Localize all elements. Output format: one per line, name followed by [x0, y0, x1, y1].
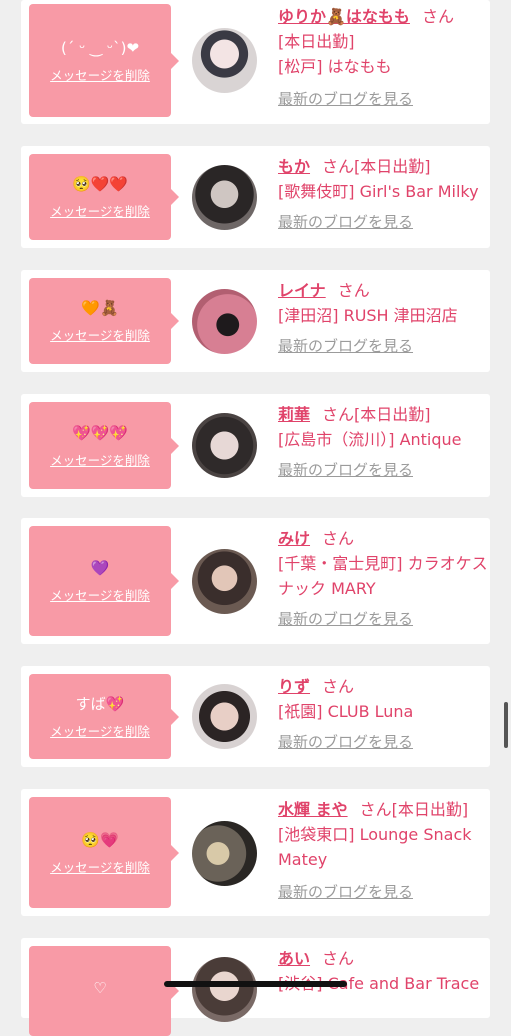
honorific: さん: [322, 677, 355, 696]
message-card: すば💖 メッセージを削除 りず さん [祇園] CLUB Luna 最新のブログを…: [21, 666, 490, 767]
message-card: ♡ あい さん [渋谷] Cafe and Bar Trace: [21, 938, 490, 1036]
message-text: 🧡🧸: [81, 299, 119, 317]
status-text: [本日出勤]: [278, 32, 355, 51]
profile-info: りず さん [祇園] CLUB Luna 最新のブログを見る: [278, 674, 488, 755]
message-text: 💜: [90, 559, 110, 577]
honorific: さん: [421, 7, 454, 26]
profile-info: レイナ さん [津田沼] RUSH 津田沼店 最新のブログを見る: [278, 278, 488, 359]
profile-info: あい さん [渋谷] Cafe and Bar Trace: [278, 946, 488, 996]
message-card: 🥺❤️❤️ メッセージを削除 もか さん[本日出勤] [歌舞伎町] Girl's …: [21, 146, 490, 248]
shop-text: [津田沼] RUSH 津田沼店: [278, 306, 458, 325]
honorific: さん: [337, 281, 370, 300]
profile-name-link[interactable]: りず: [278, 677, 310, 696]
message-bubble: 🥺💗 メッセージを削除: [29, 797, 179, 908]
delete-message-link[interactable]: メッセージを削除: [50, 65, 150, 84]
delete-message-link[interactable]: メッセージを削除: [50, 325, 150, 344]
profile-name-link[interactable]: もか: [278, 157, 310, 176]
message-card: 💖💖💖 メッセージを削除 莉華 さん[本日出勤] [広島市（流川）] Antiqu…: [21, 394, 490, 497]
profile-info: もか さん[本日出勤] [歌舞伎町] Girl's Bar Milky 最新のブロ…: [278, 154, 488, 235]
delete-message-link[interactable]: メッセージを削除: [50, 585, 150, 604]
delete-message-link[interactable]: メッセージを削除: [50, 721, 150, 740]
message-bubble: (´ ᵕ ‿ ᵕ`)❤ メッセージを削除: [29, 4, 179, 117]
profile-name-link[interactable]: 莉華: [278, 405, 310, 424]
honorific: さん: [322, 949, 355, 968]
message-bubble: ♡: [29, 946, 179, 1036]
avatar[interactable]: [192, 821, 257, 886]
shop-text: [祇園] CLUB Luna: [278, 702, 414, 721]
delete-message-link[interactable]: メッセージを削除: [50, 450, 150, 469]
message-text: (´ ᵕ ‿ ᵕ`)❤: [60, 38, 140, 57]
message-text: 💖💖💖: [71, 423, 129, 442]
latest-blog-link[interactable]: 最新のブログを見る: [278, 730, 488, 755]
latest-blog-link[interactable]: 最新のブログを見る: [278, 334, 488, 359]
message-card: 🥺💗 メッセージを削除 水輝 まや さん[本日出勤] [池袋東口] Lounge …: [21, 789, 490, 916]
message-text: ♡: [93, 978, 107, 997]
scrollbar[interactable]: [504, 702, 508, 748]
message-card: 🧡🧸 メッセージを削除 レイナ さん [津田沼] RUSH 津田沼店 最新のブログ…: [21, 270, 490, 372]
honorific: さん: [359, 800, 392, 819]
profile-info: 水輝 まや さん[本日出勤] [池袋東口] Lounge Snack Matey …: [278, 797, 488, 905]
avatar[interactable]: [192, 413, 257, 478]
profile-name-link[interactable]: ゆりか🧸はなもも: [278, 7, 410, 26]
avatar[interactable]: [192, 684, 257, 749]
home-indicator[interactable]: [164, 981, 347, 987]
shop-text: [千葉・富士見町] カラオケスナック MARY: [278, 554, 488, 598]
status-text: [本日出勤]: [391, 800, 469, 819]
message-bubble: すば💖 メッセージを削除: [29, 674, 179, 759]
message-bubble: 💖💖💖 メッセージを削除: [29, 402, 179, 489]
avatar[interactable]: [192, 957, 257, 1022]
latest-blog-link[interactable]: 最新のブログを見る: [278, 880, 488, 905]
honorific: さん: [322, 529, 355, 548]
delete-message-link[interactable]: メッセージを削除: [50, 857, 150, 876]
latest-blog-link[interactable]: 最新のブログを見る: [278, 87, 488, 112]
message-card: 💜 メッセージを削除 みけ さん [千葉・富士見町] カラオケスナック MARY …: [21, 518, 490, 644]
profile-name-link[interactable]: 水輝 まや: [278, 800, 348, 819]
latest-blog-link[interactable]: 最新のブログを見る: [278, 210, 488, 235]
message-bubble: 💜 メッセージを削除: [29, 526, 179, 636]
shop-text: [松戸] はなもも: [278, 57, 392, 76]
status-text: [本日出勤]: [354, 157, 431, 176]
latest-blog-link[interactable]: 最新のブログを見る: [278, 458, 488, 483]
status-text: [本日出勤]: [354, 405, 431, 424]
message-text: 🥺💗: [81, 830, 119, 849]
latest-blog-link[interactable]: 最新のブログを見る: [278, 607, 488, 632]
delete-message-link[interactable]: メッセージを削除: [50, 201, 150, 220]
profile-name-link[interactable]: あい: [278, 949, 310, 968]
avatar[interactable]: [192, 165, 257, 230]
profile-info: みけ さん [千葉・富士見町] カラオケスナック MARY 最新のブログを見る: [278, 526, 488, 632]
honorific: さん: [322, 405, 355, 424]
message-bubble: 🧡🧸 メッセージを削除: [29, 278, 179, 364]
profile-name-link[interactable]: レイナ: [278, 281, 326, 300]
avatar[interactable]: [192, 28, 257, 93]
message-bubble: 🥺❤️❤️ メッセージを削除: [29, 154, 179, 240]
avatar[interactable]: [192, 549, 257, 614]
profile-info: 莉華 さん[本日出勤] [広島市（流川）] Antique 最新のブログを見る: [278, 402, 488, 483]
shop-text: [池袋東口] Lounge Snack Matey: [278, 825, 472, 869]
profile-name-link[interactable]: みけ: [278, 529, 310, 548]
shop-text: [歌舞伎町] Girl's Bar Milky: [278, 182, 479, 201]
message-text: 🥺❤️❤️: [71, 175, 129, 193]
shop-text: [広島市（流川）] Antique: [278, 430, 462, 449]
message-text: すば💖: [75, 694, 125, 713]
avatar[interactable]: [192, 289, 257, 354]
honorific: さん: [322, 157, 355, 176]
profile-info: ゆりか🧸はなもも さん [本日出勤] [松戸] はなもも 最新のブログを見る: [278, 4, 488, 112]
message-card: (´ ᵕ ‿ ᵕ`)❤ メッセージを削除 ゆりか🧸はなもも さん [本日出勤] […: [21, 0, 490, 124]
